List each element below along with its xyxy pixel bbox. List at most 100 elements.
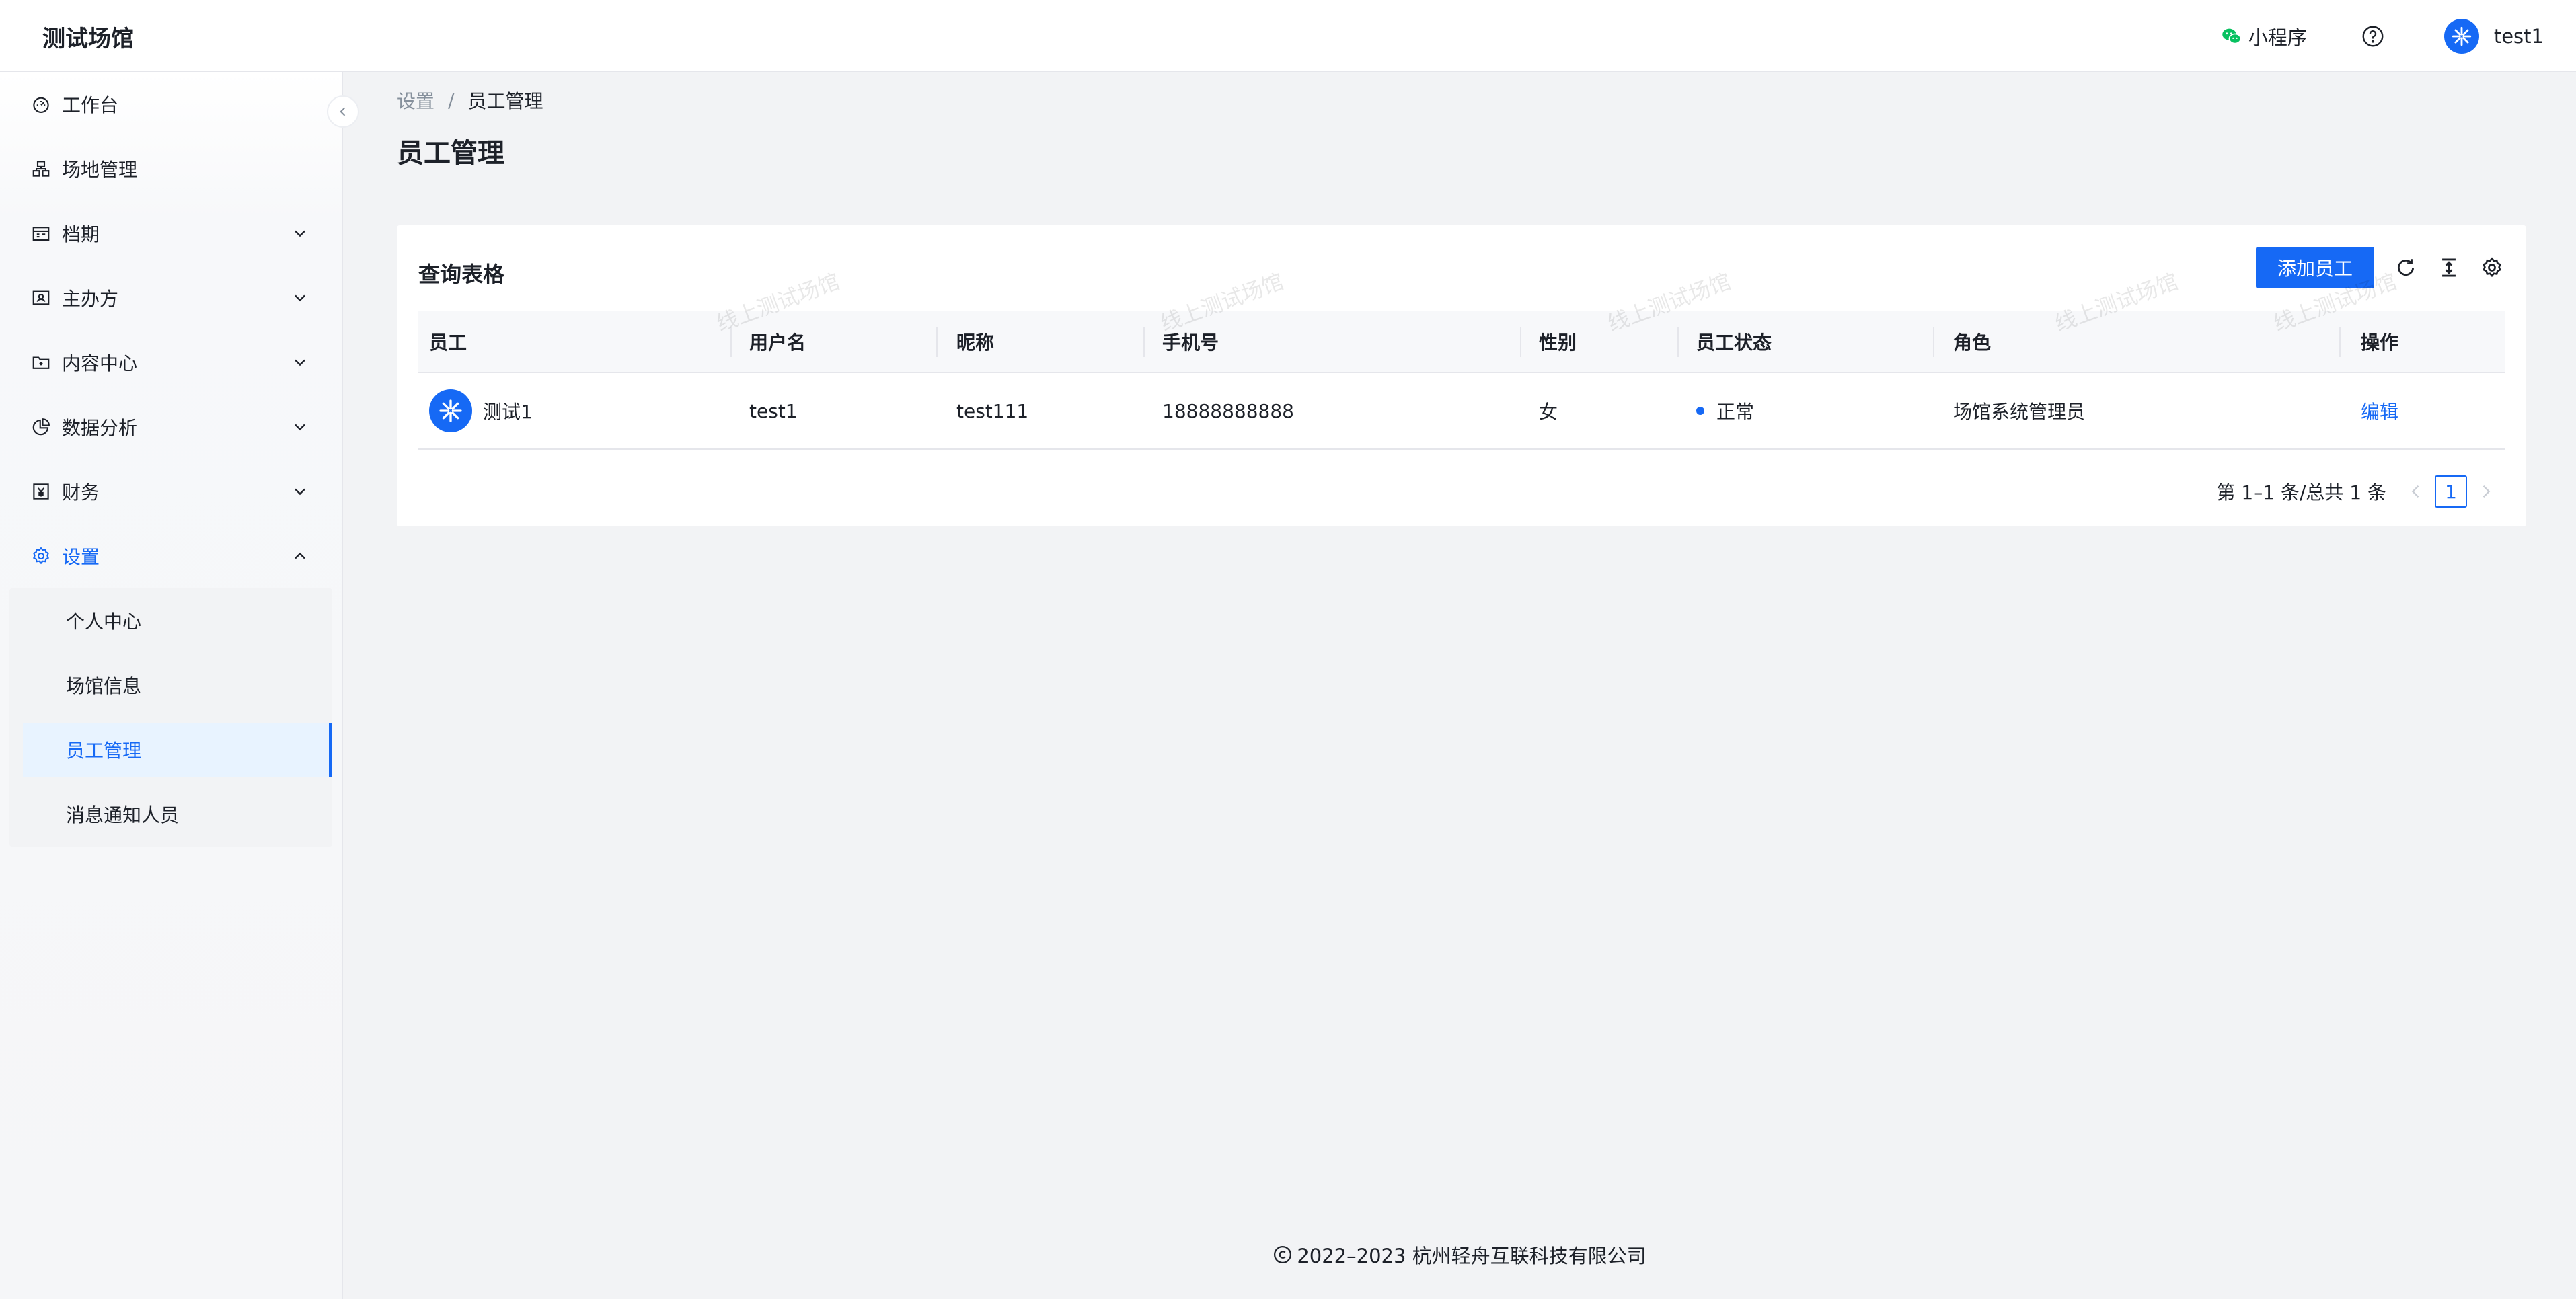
sidebar-item-label: 数据分析 xyxy=(62,417,138,439)
mini-program-label: 小程序 xyxy=(2248,26,2307,49)
chevron-up-icon xyxy=(295,552,305,559)
column-divider xyxy=(1143,326,1145,357)
app-title[interactable]: 测试场馆 xyxy=(42,20,134,53)
top-header: 测试场馆 小程序 test1 xyxy=(0,0,2576,72)
column-divider xyxy=(1933,326,1934,357)
sidebar-item-settings[interactable]: 设置 xyxy=(0,524,342,588)
footer-copyright: 2022–2023 杭州轻舟互联科技有限公司 xyxy=(1297,1245,1646,1267)
status-dot xyxy=(1696,407,1704,415)
page-number-button[interactable]: 1 xyxy=(2435,475,2467,508)
mini-program-button[interactable]: 小程序 xyxy=(2220,22,2307,50)
chevron-down-icon xyxy=(295,424,305,431)
cell-actions: 编辑 xyxy=(2361,373,2398,448)
sidebar-item-data-analysis[interactable]: 数据分析 xyxy=(0,395,342,459)
table-row: 测试1 test1 test111 18888888888 女 正常 场馆系统管… xyxy=(418,373,2505,450)
column-header-username: 用户名 xyxy=(749,331,806,354)
breadcrumb-parent[interactable]: 设置 xyxy=(397,87,434,114)
sidebar-item-venue[interactable]: 场地管理 xyxy=(0,136,342,201)
table-header: 员工 用户名 昵称 手机号 性别 员工状态 角色 操作 xyxy=(418,311,2505,373)
pagination-summary: 第 1–1 条/总共 1 条 xyxy=(2216,481,2386,504)
chevron-left-icon xyxy=(340,107,346,116)
column-settings-icon[interactable] xyxy=(2480,256,2503,279)
breadcrumb-current: 员工管理 xyxy=(467,90,543,112)
help-icon[interactable] xyxy=(2361,24,2385,48)
column-header-employee: 员工 xyxy=(429,331,467,354)
sidebar-subitem-staff-management[interactable]: 员工管理 xyxy=(23,723,332,777)
sidebar-subitem-label: 员工管理 xyxy=(66,740,142,762)
card-title: 查询表格 xyxy=(418,262,505,287)
cell-gender: 女 xyxy=(1539,401,1558,423)
user-menu[interactable]: test1 xyxy=(2444,18,2544,54)
refresh-icon[interactable] xyxy=(2394,256,2417,279)
schedule-icon xyxy=(32,227,50,241)
add-staff-button[interactable]: 添加员工 xyxy=(2255,247,2374,288)
pie-chart-icon xyxy=(32,418,50,436)
column-divider xyxy=(730,326,732,357)
column-divider xyxy=(2339,326,2341,357)
employee-avatar xyxy=(429,389,472,432)
breadcrumb: 设置 / 员工管理 xyxy=(397,87,543,114)
main-content: 设置 / 员工管理 员工管理 查询表格 添加员工 员工 用户名 昵称 手机号 性… xyxy=(343,72,2576,1299)
sidebar-subitem-label: 场馆信息 xyxy=(66,675,142,697)
density-icon[interactable] xyxy=(2437,256,2460,279)
sidebar: 工作台 场地管理 档期 主办方 内容中心 数据分析 财务 设置 个人中心 场馆信… xyxy=(0,72,343,1299)
header-actions: 小程序 test1 xyxy=(2220,0,2544,72)
sidebar-item-content-center[interactable]: 内容中心 xyxy=(0,330,342,395)
sidebar-item-label: 场地管理 xyxy=(62,159,138,181)
sidebar-subitem-notification-staff[interactable]: 消息通知人员 xyxy=(23,787,332,841)
sidebar-item-label: 档期 xyxy=(62,223,100,245)
sidebar-collapse-button[interactable] xyxy=(327,95,359,128)
sidebar-subitem-venue-info[interactable]: 场馆信息 xyxy=(23,658,332,712)
column-header-actions: 操作 xyxy=(2361,331,2399,354)
employee-name: 测试1 xyxy=(483,401,533,423)
sidebar-item-finance[interactable]: 财务 xyxy=(0,459,342,524)
settings-icon xyxy=(33,547,49,565)
edit-link[interactable]: 编辑 xyxy=(2361,397,2398,424)
query-table-card: 查询表格 添加员工 员工 用户名 昵称 手机号 性别 员工状态 角色 操作 测试… xyxy=(397,225,2526,526)
column-divider xyxy=(936,326,938,357)
organizer-icon xyxy=(32,290,50,305)
finance-icon xyxy=(33,483,49,500)
column-header-role: 角色 xyxy=(1953,331,1992,354)
cell-nickname: test111 xyxy=(956,399,1029,422)
chevron-down-icon xyxy=(295,488,305,496)
copyright-icon xyxy=(1274,1246,1292,1263)
sidebar-item-label: 主办方 xyxy=(62,288,119,310)
user-avatar xyxy=(2444,18,2479,54)
prev-page-icon[interactable] xyxy=(2407,482,2425,501)
folder-icon xyxy=(32,356,50,369)
breadcrumb-separator: / xyxy=(448,89,455,112)
dashboard-icon xyxy=(33,97,49,113)
pinwheel-logo-icon xyxy=(439,399,462,422)
next-page-icon[interactable] xyxy=(2476,482,2495,501)
column-divider xyxy=(1677,326,1679,357)
chevron-down-icon xyxy=(295,294,305,302)
sidebar-item-label: 内容中心 xyxy=(62,352,138,375)
column-header-phone: 手机号 xyxy=(1162,331,1219,354)
sidebar-subitem-label: 消息通知人员 xyxy=(66,804,180,826)
column-divider xyxy=(1520,326,1521,357)
sidebar-item-organizer[interactable]: 主办方 xyxy=(0,266,342,330)
cell-username: test1 xyxy=(749,399,798,422)
sidebar-item-workbench[interactable]: 工作台 xyxy=(0,72,342,136)
venue-icon xyxy=(32,161,50,177)
sidebar-subitem-personal-center[interactable]: 个人中心 xyxy=(23,594,332,647)
cell-employee: 测试1 xyxy=(429,373,533,448)
cell-role: 场馆系统管理员 xyxy=(1953,401,2086,423)
cell-phone: 18888888888 xyxy=(1162,399,1294,422)
cell-status: 正常 xyxy=(1696,373,1754,448)
sidebar-item-label: 设置 xyxy=(62,546,100,568)
sidebar-item-label: 工作台 xyxy=(62,94,119,116)
column-header-nickname: 昵称 xyxy=(956,331,995,354)
pagination: 第 1–1 条/总共 1 条 1 xyxy=(2217,475,2495,508)
staff-table: 员工 用户名 昵称 手机号 性别 员工状态 角色 操作 测试1 test1 te… xyxy=(418,311,2505,450)
footer: 2022–2023 杭州轻舟互联科技有限公司 xyxy=(343,1241,2576,1269)
column-header-gender: 性别 xyxy=(1539,331,1577,354)
pinwheel-logo-icon xyxy=(2452,26,2472,46)
wechat-icon xyxy=(2222,28,2242,44)
column-header-status: 员工状态 xyxy=(1696,331,1772,354)
table-toolbar: 添加员工 xyxy=(2255,247,2503,288)
sidebar-item-schedule[interactable]: 档期 xyxy=(0,201,342,266)
sidebar-item-label: 财务 xyxy=(62,481,100,504)
chevron-down-icon xyxy=(295,230,305,237)
